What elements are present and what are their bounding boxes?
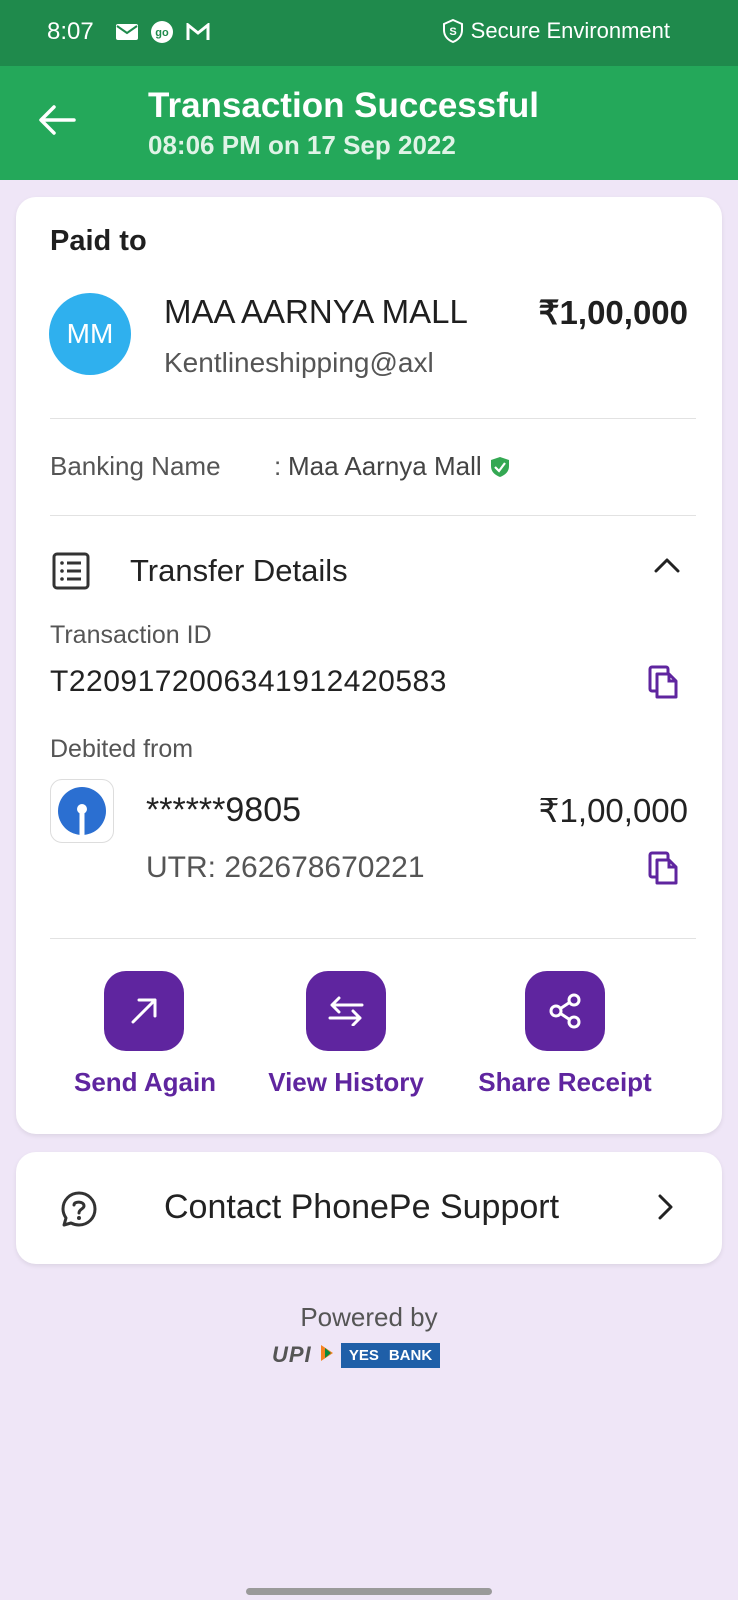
yes-bank-logo: YES BANK (340, 1342, 441, 1368)
share-receipt-button[interactable]: Share Receipt (478, 971, 652, 1098)
payee-name: MAA AARNYA MALL (164, 293, 468, 330)
copy-icon[interactable] (648, 851, 678, 885)
banking-name-separator: : (274, 451, 282, 481)
view-history-button[interactable]: View History (266, 971, 426, 1098)
utr-number: UTR: 262678670221 (146, 851, 425, 884)
payee-vpa: Kentlineshipping@axl (164, 347, 434, 378)
divider (50, 515, 696, 516)
contact-support-row[interactable]: Contact PhonePe Support (16, 1152, 722, 1264)
message-icon (116, 24, 138, 40)
page-title: Transaction Successful (148, 86, 539, 125)
view-history-icon-button[interactable] (306, 971, 386, 1051)
upi-logo-text: UPI (272, 1342, 312, 1367)
debited-from-label: Debited from (50, 735, 194, 763)
secure-environment-indicator: S Secure Environment (442, 18, 670, 44)
transaction-id-value: T2209172006341912420583 (50, 665, 447, 698)
upi-arrow-icon (320, 1345, 333, 1361)
transfer-details-title[interactable]: Transfer Details (130, 553, 348, 589)
upi-logo: UPI (272, 1342, 335, 1368)
shield-icon: S (442, 19, 463, 43)
send-again-button[interactable]: Send Again (74, 971, 216, 1098)
avatar: MM (49, 293, 131, 375)
help-question-icon (61, 1191, 97, 1227)
verified-shield-icon (490, 456, 509, 477)
svg-text:S: S (449, 26, 456, 38)
notification-icons: go (116, 20, 210, 44)
go-app-icon: go (151, 21, 173, 43)
swap-arrows-icon (328, 996, 364, 1026)
chevron-up-icon[interactable] (654, 557, 680, 573)
send-again-icon-button[interactable] (104, 971, 184, 1051)
home-indicator[interactable] (246, 1588, 492, 1595)
share-receipt-icon-button[interactable] (525, 971, 605, 1051)
partner-logos: UPI YES BANK (272, 1342, 441, 1368)
paid-to-label: Paid to (50, 225, 147, 257)
contact-support-label[interactable]: Contact PhonePe Support (164, 1188, 559, 1227)
banking-name-label: Banking Name (50, 451, 221, 481)
payment-amount: ₹1,00,000 (538, 294, 688, 331)
share-icon (549, 993, 581, 1029)
debit-account-number: ******9805 (146, 791, 302, 829)
sbi-bank-icon (58, 787, 106, 835)
status-bar: 8:07 go S Secure Environment (0, 0, 738, 66)
receipt-list-icon (52, 552, 90, 590)
divider (50, 418, 696, 419)
back-arrow-icon[interactable] (38, 104, 76, 136)
yes-bank-logo-text-2: BANK (388, 1346, 433, 1364)
copy-icon[interactable] (648, 665, 678, 699)
arrow-up-right-icon (131, 998, 157, 1024)
share-receipt-label[interactable]: Share Receipt (478, 1067, 652, 1098)
banking-name-value-row: Maa Aarnya Mall (288, 451, 510, 482)
status-time: 8:07 (47, 18, 94, 45)
bank-logo (50, 779, 114, 843)
app-bar: Transaction Successful 08:06 PM on 17 Se… (0, 66, 738, 180)
svg-text:go: go (155, 27, 169, 39)
secure-label: Secure Environment (470, 18, 670, 43)
view-history-label[interactable]: View History (266, 1067, 426, 1098)
yes-bank-logo-text-1: YES (348, 1346, 379, 1364)
transaction-id-label: Transaction ID (50, 621, 212, 649)
divider (50, 938, 696, 939)
transaction-card: Paid to MM MAA AARNYA MALL ₹1,00,000 Ken… (16, 197, 722, 1134)
banking-name-value: Maa Aarnya Mall (288, 451, 482, 481)
gmail-icon (186, 23, 210, 40)
powered-by-label: Powered by (300, 1302, 438, 1332)
send-again-label[interactable]: Send Again (74, 1067, 216, 1098)
debit-amount: ₹1,00,000 (538, 792, 688, 829)
chevron-right-icon[interactable] (658, 1194, 674, 1220)
transaction-timestamp: 08:06 PM on 17 Sep 2022 (148, 130, 456, 160)
